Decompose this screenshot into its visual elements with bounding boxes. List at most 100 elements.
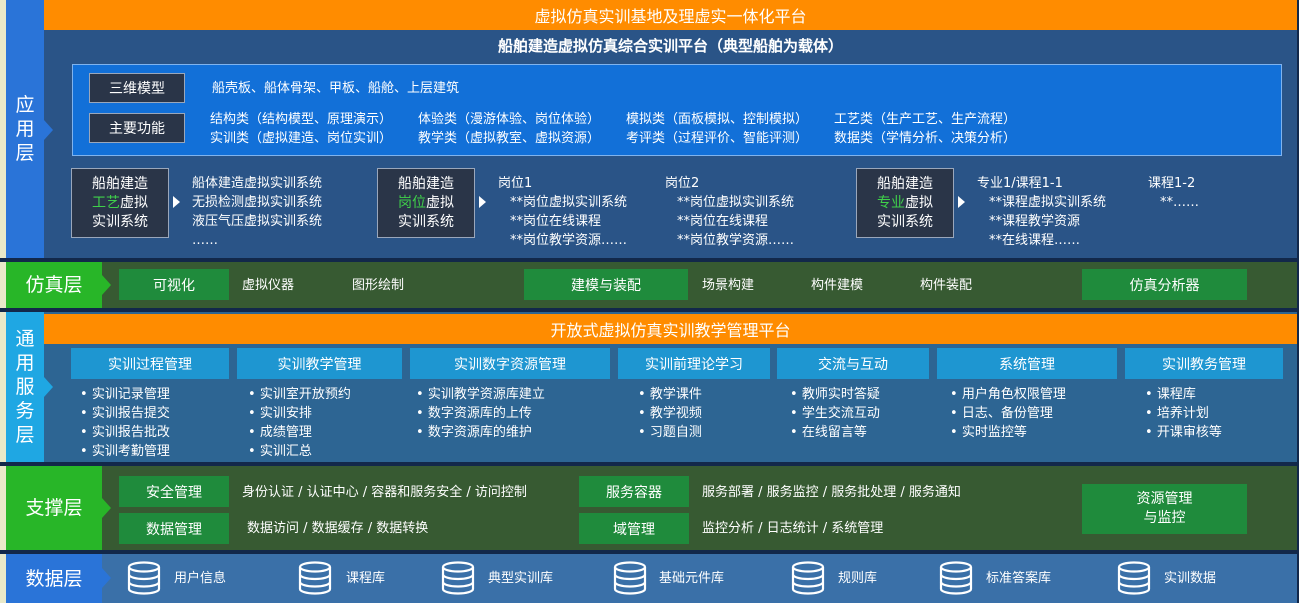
module-resources: 实训数字资源管理: [410, 348, 610, 379]
system-craft-box: 船舶建造 工艺虚拟 实训系统: [71, 168, 169, 238]
app-layer-label: 应 用 层: [6, 0, 44, 258]
system-post-l3: 实训系统: [398, 213, 454, 230]
data-item-answers: 标准答案库: [986, 571, 1052, 586]
system-post-l1: 船舶建造: [398, 175, 454, 192]
list-item: 船体建造虚拟实训系统: [192, 176, 323, 191]
sim-text-drawing: 图形绘制: [352, 278, 405, 293]
list-item: 教师实时答疑: [790, 385, 880, 404]
container-text: 服务部署 / 服务监控 / 服务批处理 / 服务通知: [702, 485, 961, 500]
list-item: **岗位教学资源……: [677, 233, 795, 248]
sim-text-scene: 场景构建: [702, 278, 755, 293]
list-item: 课程1-2: [1148, 176, 1196, 191]
module-process: 实训过程管理: [71, 348, 229, 379]
module-interaction-list: 教师实时答疑 学生交流互动 在线留言等: [790, 385, 880, 442]
data-item-components: 基础元件库: [659, 571, 725, 586]
service-layer-label: 通 用 服 务 层: [6, 312, 44, 462]
list-item: 岗位1: [498, 176, 533, 191]
list-item: 课程库: [1145, 385, 1222, 404]
app-layer-arrow: [44, 120, 53, 140]
resource-l1: 资源管理: [1136, 491, 1193, 507]
module-system: 系统管理: [937, 348, 1117, 379]
box-security: 安全管理: [119, 476, 229, 507]
list-item: **课程教学资源: [989, 214, 1081, 229]
box-visualization: 可视化: [119, 269, 229, 300]
support-layer-arrow: [102, 498, 111, 518]
service-title: 开放式虚拟仿真实训教学管理平台: [44, 314, 1297, 344]
box-resource-monitor: 资源管理 与监控: [1082, 484, 1247, 534]
list-item: 教学课件: [638, 385, 702, 404]
top-title: 虚拟仿真实训基地及理虚实一体化平台: [44, 0, 1297, 30]
data-layer-arrow: [102, 568, 111, 588]
database-icon: [298, 561, 332, 595]
list-item: 实训安排: [248, 404, 351, 423]
data-item-typical: 典型实训库: [488, 571, 554, 586]
module-teaching-list: 实训室开放预约 实训安排 成绩管理 实训汇总: [248, 385, 351, 461]
func-r2c4: 数据类（学情分析、决策分析）: [834, 131, 1017, 146]
list-item: 实训教学资源库建立: [416, 385, 545, 404]
system-major-box: 船舶建造 专业虚拟 实训系统: [856, 168, 954, 238]
system-post-arrow: [479, 196, 486, 208]
func-r1c1: 结构类（结构模型、原理演示）: [210, 112, 393, 127]
sim-layer-arrow: [102, 275, 111, 295]
list-item: 实训记录管理: [80, 385, 170, 404]
list-item: 无损检测虚拟实训系统: [192, 195, 323, 210]
func-r2c1: 实训类（虚拟建造、岗位实训）: [210, 131, 393, 146]
func-r1c3: 模拟类（面板模拟、控制模拟）: [626, 112, 809, 127]
module-resources-list: 实训教学资源库建立 数字资源库的上传 数字资源库的维护: [416, 385, 545, 442]
list-item: 实训报告批改: [80, 423, 170, 442]
box-modeling: 建模与装配: [524, 269, 688, 300]
list-item: 实训报告提交: [80, 404, 170, 423]
list-item: **岗位在线课程: [510, 214, 602, 229]
list-item: **课程虚拟实训系统: [989, 195, 1107, 210]
list-item: 专业1/课程1-1: [977, 176, 1063, 191]
func-r2c2: 教学类（虚拟教室、虚拟资源）: [418, 131, 601, 146]
service-layer-arrow: [44, 377, 53, 397]
data-item-users: 用户信息: [174, 571, 227, 586]
list-item: 液压气压虚拟实训系统: [192, 214, 323, 229]
system-craft-l3: 实训系统: [92, 213, 148, 230]
list-item: 在线留言等: [790, 423, 880, 442]
module-process-list: 实训记录管理 实训报告提交 实训报告批改 实训考勤管理: [80, 385, 170, 461]
sim-text-component-model: 构件建模: [811, 278, 864, 293]
database-icon: [791, 561, 825, 595]
resource-l2: 与监控: [1143, 510, 1186, 526]
security-text: 身份认证 / 认证中心 / 容器和服务安全 / 访问控制: [242, 485, 527, 500]
list-item: **岗位虚拟实训系统: [510, 195, 628, 210]
list-item: **岗位教学资源……: [510, 233, 628, 248]
data-item-courses: 课程库: [346, 571, 386, 586]
model-label: 三维模型: [89, 73, 185, 103]
list-item: 实训汇总: [248, 442, 351, 461]
system-major-l3: 实训系统: [877, 213, 933, 230]
box-domain: 域管理: [579, 513, 689, 544]
database-icon: [939, 561, 973, 595]
data-mgmt-text: 数据访问 / 数据缓存 / 数据转换: [247, 521, 429, 536]
system-post-l2: 岗位虚拟: [398, 194, 454, 211]
list-item: 习题自测: [638, 423, 702, 442]
list-item: 教学视频: [638, 404, 702, 423]
sim-text-instrument: 虚拟仪器: [242, 278, 295, 293]
func-label: 主要功能: [89, 113, 185, 143]
list-item: 日志、备份管理: [950, 404, 1066, 423]
domain-text: 监控分析 / 日志统计 / 系统管理: [702, 521, 884, 536]
list-item: **岗位虚拟实训系统: [677, 195, 795, 210]
app-subtitle: 船舶建造虚拟仿真综合实训平台（典型船舶为载体）: [497, 36, 843, 55]
data-item-training: 实训数据: [1164, 571, 1217, 586]
func-r2c3: 考评类（过程评价、智能评测）: [626, 131, 809, 146]
list-item: ……: [192, 233, 218, 248]
system-craft-list: 船体建造虚拟实训系统 无损检测虚拟实训系统 液压气压虚拟实训系统 ……: [192, 174, 322, 250]
list-item: 开课审核等: [1145, 423, 1222, 442]
system-major-l2: 专业虚拟: [877, 194, 933, 211]
database-icon: [441, 561, 475, 595]
system-major-arrow: [958, 196, 965, 208]
list-item: 培养计划: [1145, 404, 1222, 423]
box-sim-analyzer: 仿真分析器: [1082, 269, 1247, 300]
system-major-l1: 船舶建造: [877, 175, 933, 192]
database-icon: [127, 561, 161, 595]
system-post-col1: 岗位1 **岗位虚拟实训系统 **岗位在线课程 **岗位教学资源……: [498, 174, 627, 250]
list-item: 数字资源库的上传: [416, 404, 545, 423]
list-item: 实训考勤管理: [80, 442, 170, 461]
system-craft-l2: 工艺虚拟: [92, 194, 148, 211]
box-data-mgmt: 数据管理: [119, 513, 229, 544]
list-item: **岗位在线课程: [677, 214, 769, 229]
list-item: 成绩管理: [248, 423, 351, 442]
